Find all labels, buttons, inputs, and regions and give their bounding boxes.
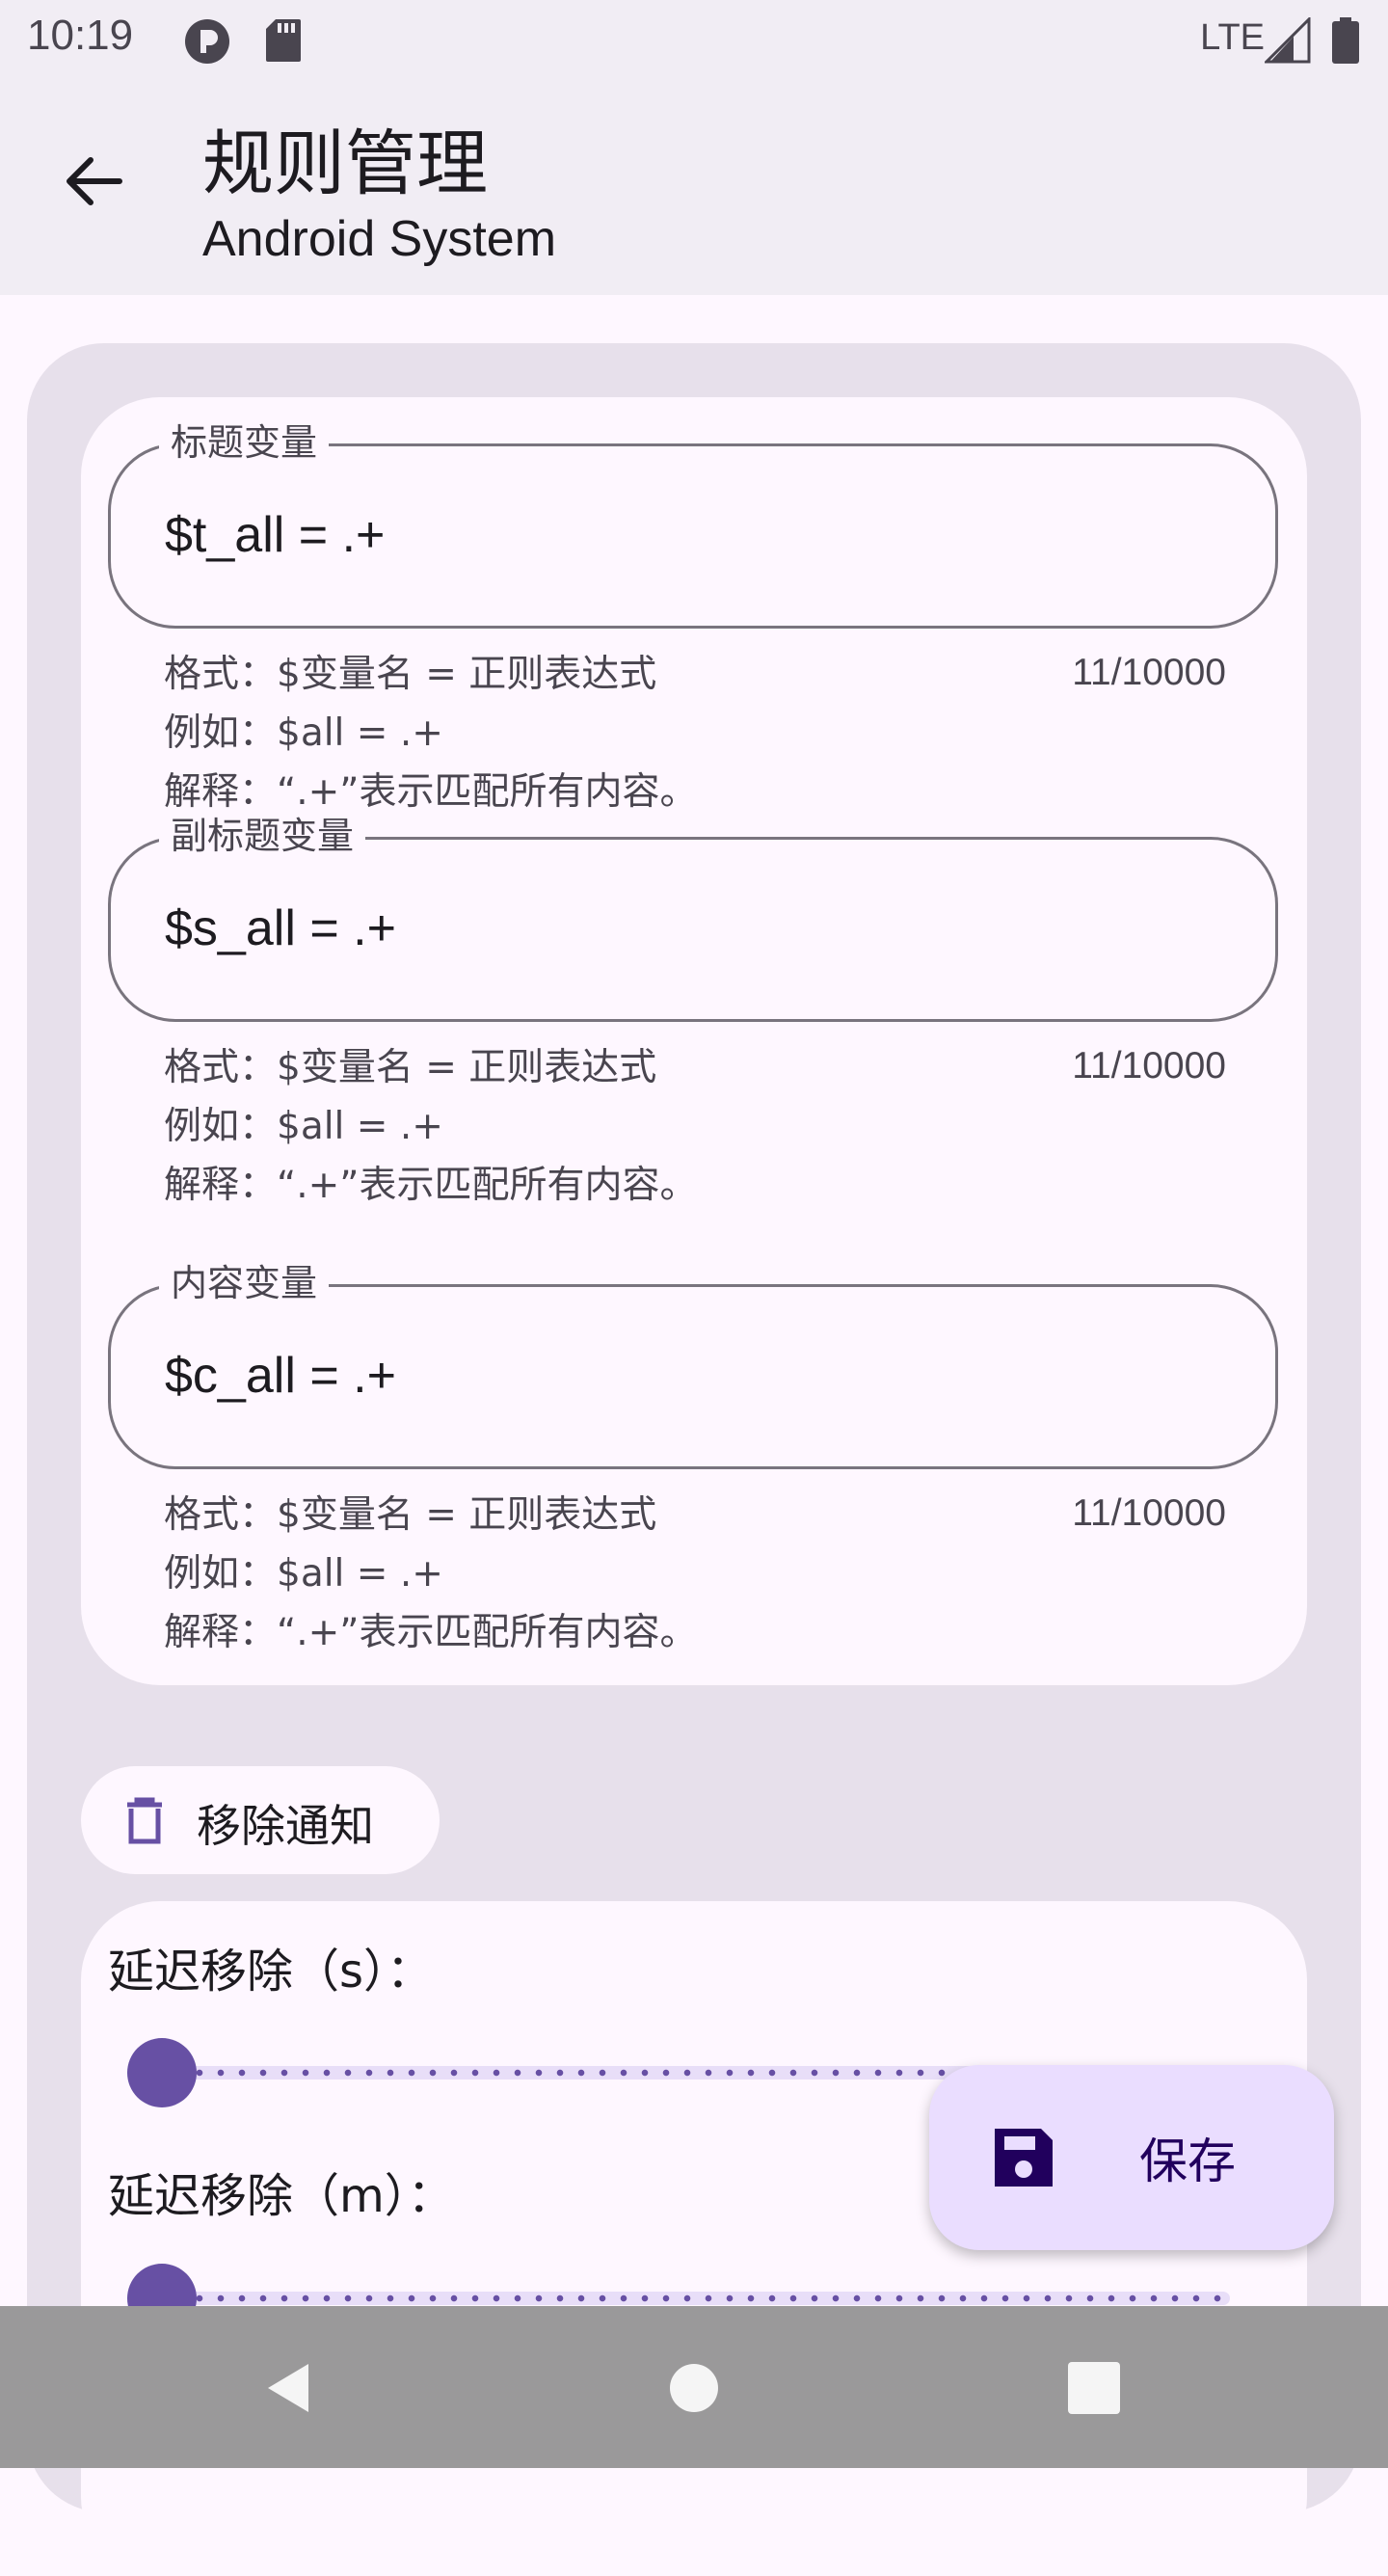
- save-icon: [995, 2129, 1053, 2187]
- content-variable-help: 格式：$变量名 = 正则表达式 例如：$all = .+ 解释：“.+”表示匹配…: [164, 1486, 697, 1662]
- help-format: 格式：$变量名 = 正则表达式: [164, 653, 657, 696]
- help-explain: 解释：“.+”表示匹配所有内容。: [164, 1164, 698, 1207]
- title-variable-field[interactable]: 标题变量 $t_all = .+: [108, 417, 1278, 629]
- page-subtitle: Android System: [202, 211, 557, 267]
- trash-icon: [127, 1797, 162, 1844]
- help-explain: 解释：“.+”表示匹配所有内容。: [164, 1611, 698, 1654]
- subtitle-variable-help: 格式：$变量名 = 正则表达式 例如：$all = .+ 解释：“.+”表示匹配…: [164, 1038, 697, 1215]
- system-nav-bar: [0, 2306, 1388, 2468]
- status-bar: 10:19 LTE: [0, 0, 1388, 81]
- nav-recents-icon[interactable]: [1051, 2345, 1137, 2431]
- page-title: 规则管理: [202, 122, 488, 205]
- chip-label: 移除通知: [197, 1800, 374, 1852]
- help-example: 例如：$all = .+: [164, 711, 443, 755]
- field-value[interactable]: $c_all = .+: [165, 1347, 396, 1405]
- char-counter: 11/10000: [1072, 1492, 1226, 1534]
- help-format: 格式：$变量名 = 正则表达式: [164, 1046, 657, 1089]
- battery-icon: [1332, 17, 1359, 64]
- field-value[interactable]: $s_all = .+: [165, 899, 396, 957]
- back-arrow-icon[interactable]: [56, 143, 133, 220]
- status-time: 10:19: [27, 12, 134, 59]
- help-format: 格式：$变量名 = 正则表达式: [164, 1493, 657, 1537]
- delay-seconds-label: 延迟移除（s）：: [108, 1945, 434, 1999]
- char-counter: 11/10000: [1072, 1045, 1226, 1087]
- sd-card-icon: [266, 19, 301, 62]
- app-notification-icon: [185, 19, 229, 64]
- network-type: LTE: [1200, 17, 1265, 58]
- help-example: 例如：$all = .+: [164, 1105, 443, 1148]
- field-label: 内容变量: [159, 1258, 330, 1308]
- field-value[interactable]: $t_all = .+: [165, 506, 385, 564]
- subtitle-variable-field[interactable]: 副标题变量 $s_all = .+: [108, 811, 1278, 1022]
- save-fab[interactable]: 保存: [929, 2065, 1334, 2250]
- help-example: 例如：$all = .+: [164, 1552, 443, 1596]
- content-variable-field[interactable]: 内容变量 $c_all = .+: [108, 1258, 1278, 1469]
- char-counter: 11/10000: [1072, 652, 1226, 693]
- field-label: 标题变量: [159, 417, 330, 468]
- field-label: 副标题变量: [159, 811, 366, 861]
- delay-seconds-slider-thumb[interactable]: [127, 2038, 197, 2107]
- nav-back-icon[interactable]: [247, 2345, 334, 2431]
- fab-label: 保存: [1139, 2133, 1236, 2189]
- remove-notification-chip[interactable]: 移除通知: [81, 1766, 440, 1874]
- signal-icon: [1265, 17, 1311, 64]
- slider-ticks: [189, 2292, 1230, 2305]
- delay-minutes-label: 延迟移除（m）：: [108, 2169, 454, 2223]
- title-variable-help: 格式：$变量名 = 正则表达式 例如：$all = .+ 解释：“.+”表示匹配…: [164, 645, 697, 821]
- nav-home-icon[interactable]: [651, 2345, 737, 2431]
